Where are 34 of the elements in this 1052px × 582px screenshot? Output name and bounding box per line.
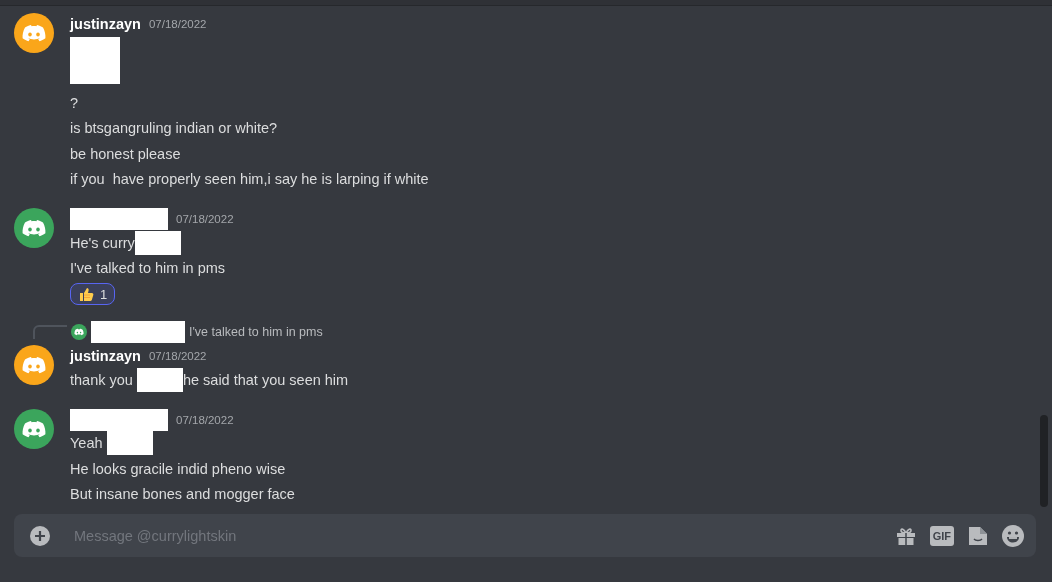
- avatar-icon[interactable]: [14, 345, 54, 385]
- message-text: He's curry: [70, 234, 135, 251]
- message-text: I've talked to him in pms: [70, 260, 226, 277]
- timestamp: 07/18/2022: [148, 18, 207, 30]
- message-text: thank you: [70, 371, 134, 388]
- reply-preview-text[interactable]: I've talked to him in pms: [189, 325, 323, 339]
- message-text: ?: [70, 94, 79, 111]
- avatar-icon[interactable]: [14, 13, 54, 53]
- avatar-icon[interactable]: [14, 408, 54, 449]
- message-text: he said that you seen him: [182, 371, 349, 388]
- gift-icon[interactable]: [895, 525, 916, 546]
- add-icon[interactable]: [30, 525, 50, 546]
- message-text: He looks gracile indid pheno wise: [70, 460, 286, 477]
- username[interactable]: justinzayn: [70, 348, 141, 364]
- message-text: Yeah: [70, 435, 104, 452]
- reaction-button[interactable]: 1: [70, 283, 116, 305]
- sticker-icon[interactable]: [968, 525, 988, 546]
- timestamp: 07/18/2022: [176, 413, 234, 426]
- reply-connector: [33, 325, 67, 339]
- username[interactable]: justinzayn: [70, 16, 141, 32]
- scrollbar-thumb[interactable]: [1040, 415, 1048, 507]
- thumbs-up-icon: [78, 286, 94, 302]
- timestamp: 07/18/2022: [148, 350, 207, 362]
- timestamp: 07/18/2022: [176, 213, 234, 225]
- redaction-block: [136, 367, 183, 392]
- message-text: if you have properly seen him,i say he is larping if white: [70, 171, 429, 188]
- redaction-block: [70, 37, 120, 84]
- emoji-icon[interactable]: [1002, 524, 1024, 547]
- avatar-icon[interactable]: [71, 324, 87, 340]
- message-text: is btsgangruling indian or white?: [70, 120, 278, 137]
- message-text: But insane bones and mogger face: [70, 486, 295, 503]
- message-text: be honest please: [70, 145, 181, 162]
- avatar-icon[interactable]: [14, 208, 54, 248]
- gif-button[interactable]: GIF: [929, 525, 954, 546]
